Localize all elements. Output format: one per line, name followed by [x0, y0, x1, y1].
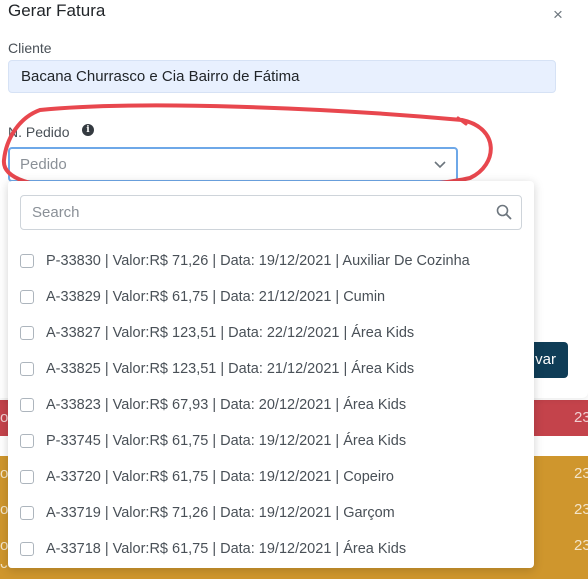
option-label: A-33825 | Valor:R$ 123,51 | Data: 21/12/…	[46, 361, 415, 377]
option-checkbox[interactable]	[20, 362, 34, 376]
list-item[interactable]: A-33825 | Valor:R$ 123,51 | Data: 21/12/…	[8, 351, 534, 387]
info-icon[interactable]: i	[82, 124, 94, 136]
option-checkbox[interactable]	[20, 470, 34, 484]
close-icon[interactable]: ×	[548, 5, 568, 25]
pedido-label: N. Pedido	[8, 124, 70, 140]
list-item[interactable]: A-33719 | Valor:R$ 71,26 | Data: 19/12/2…	[8, 495, 534, 531]
option-label: A-33718 | Valor:R$ 61,75 | Data: 19/12/2…	[46, 541, 407, 557]
list-item[interactable]: A-33823 | Valor:R$ 67,93 | Data: 20/12/2…	[8, 387, 534, 423]
option-checkbox[interactable]	[20, 434, 34, 448]
option-label: A-33720 | Valor:R$ 61,75 | Data: 19/12/2…	[46, 469, 394, 485]
client-field[interactable]: Bacana Churrasco e Cia Bairro de Fátima	[8, 60, 556, 93]
list-item[interactable]: A-33827 | Valor:R$ 123,51 | Data: 22/12/…	[8, 315, 534, 351]
search-input[interactable]: Search	[20, 195, 522, 230]
option-label: A-33829 | Valor:R$ 61,75 | Data: 21/12/2…	[46, 289, 386, 305]
list-item[interactable]: A-33718 | Valor:R$ 61,75 | Data: 19/12/2…	[8, 531, 534, 567]
option-label: A-33827 | Valor:R$ 123,51 | Data: 22/12/…	[46, 325, 415, 341]
list-item[interactable]: P-33830 | Valor:R$ 71,26 | Data: 19/12/2…	[8, 243, 534, 279]
search-icon	[496, 204, 512, 220]
pedido-select[interactable]: Pedido	[8, 147, 458, 182]
client-label: Cliente	[8, 40, 52, 56]
option-checkbox[interactable]	[20, 506, 34, 520]
pedido-dropdown: Search P-33830 | Valor:R$ 71,26 | Data: …	[8, 181, 534, 568]
pedido-placeholder: Pedido	[20, 156, 67, 173]
option-label: P-33830 | Valor:R$ 71,26 | Data: 19/12/2…	[46, 253, 470, 269]
option-checkbox[interactable]	[20, 398, 34, 412]
option-label: A-33823 | Valor:R$ 67,93 | Data: 20/12/2…	[46, 397, 407, 413]
option-label: A-33719 | Valor:R$ 71,26 | Data: 19/12/2…	[46, 505, 395, 521]
option-checkbox[interactable]	[20, 254, 34, 268]
option-checkbox[interactable]	[20, 326, 34, 340]
modal-title: Gerar Fatura	[8, 1, 106, 20]
list-item[interactable]: P-33745 | Valor:R$ 61,75 | Data: 19/12/2…	[8, 423, 534, 459]
row-value-fragment: 23	[574, 537, 588, 554]
option-label: P-33745 | Valor:R$ 61,75 | Data: 19/12/2…	[46, 433, 407, 449]
option-checkbox[interactable]	[20, 290, 34, 304]
row-value-fragment: 23	[574, 409, 588, 426]
row-value-fragment: 23	[574, 501, 588, 518]
option-checkbox[interactable]	[20, 542, 34, 556]
list-item[interactable]: A-33720 | Valor:R$ 61,75 | Data: 19/12/2…	[8, 459, 534, 495]
list-item[interactable]: A-33829 | Valor:R$ 61,75 | Data: 21/12/2…	[8, 279, 534, 315]
row-value-fragment: 23	[574, 465, 588, 482]
